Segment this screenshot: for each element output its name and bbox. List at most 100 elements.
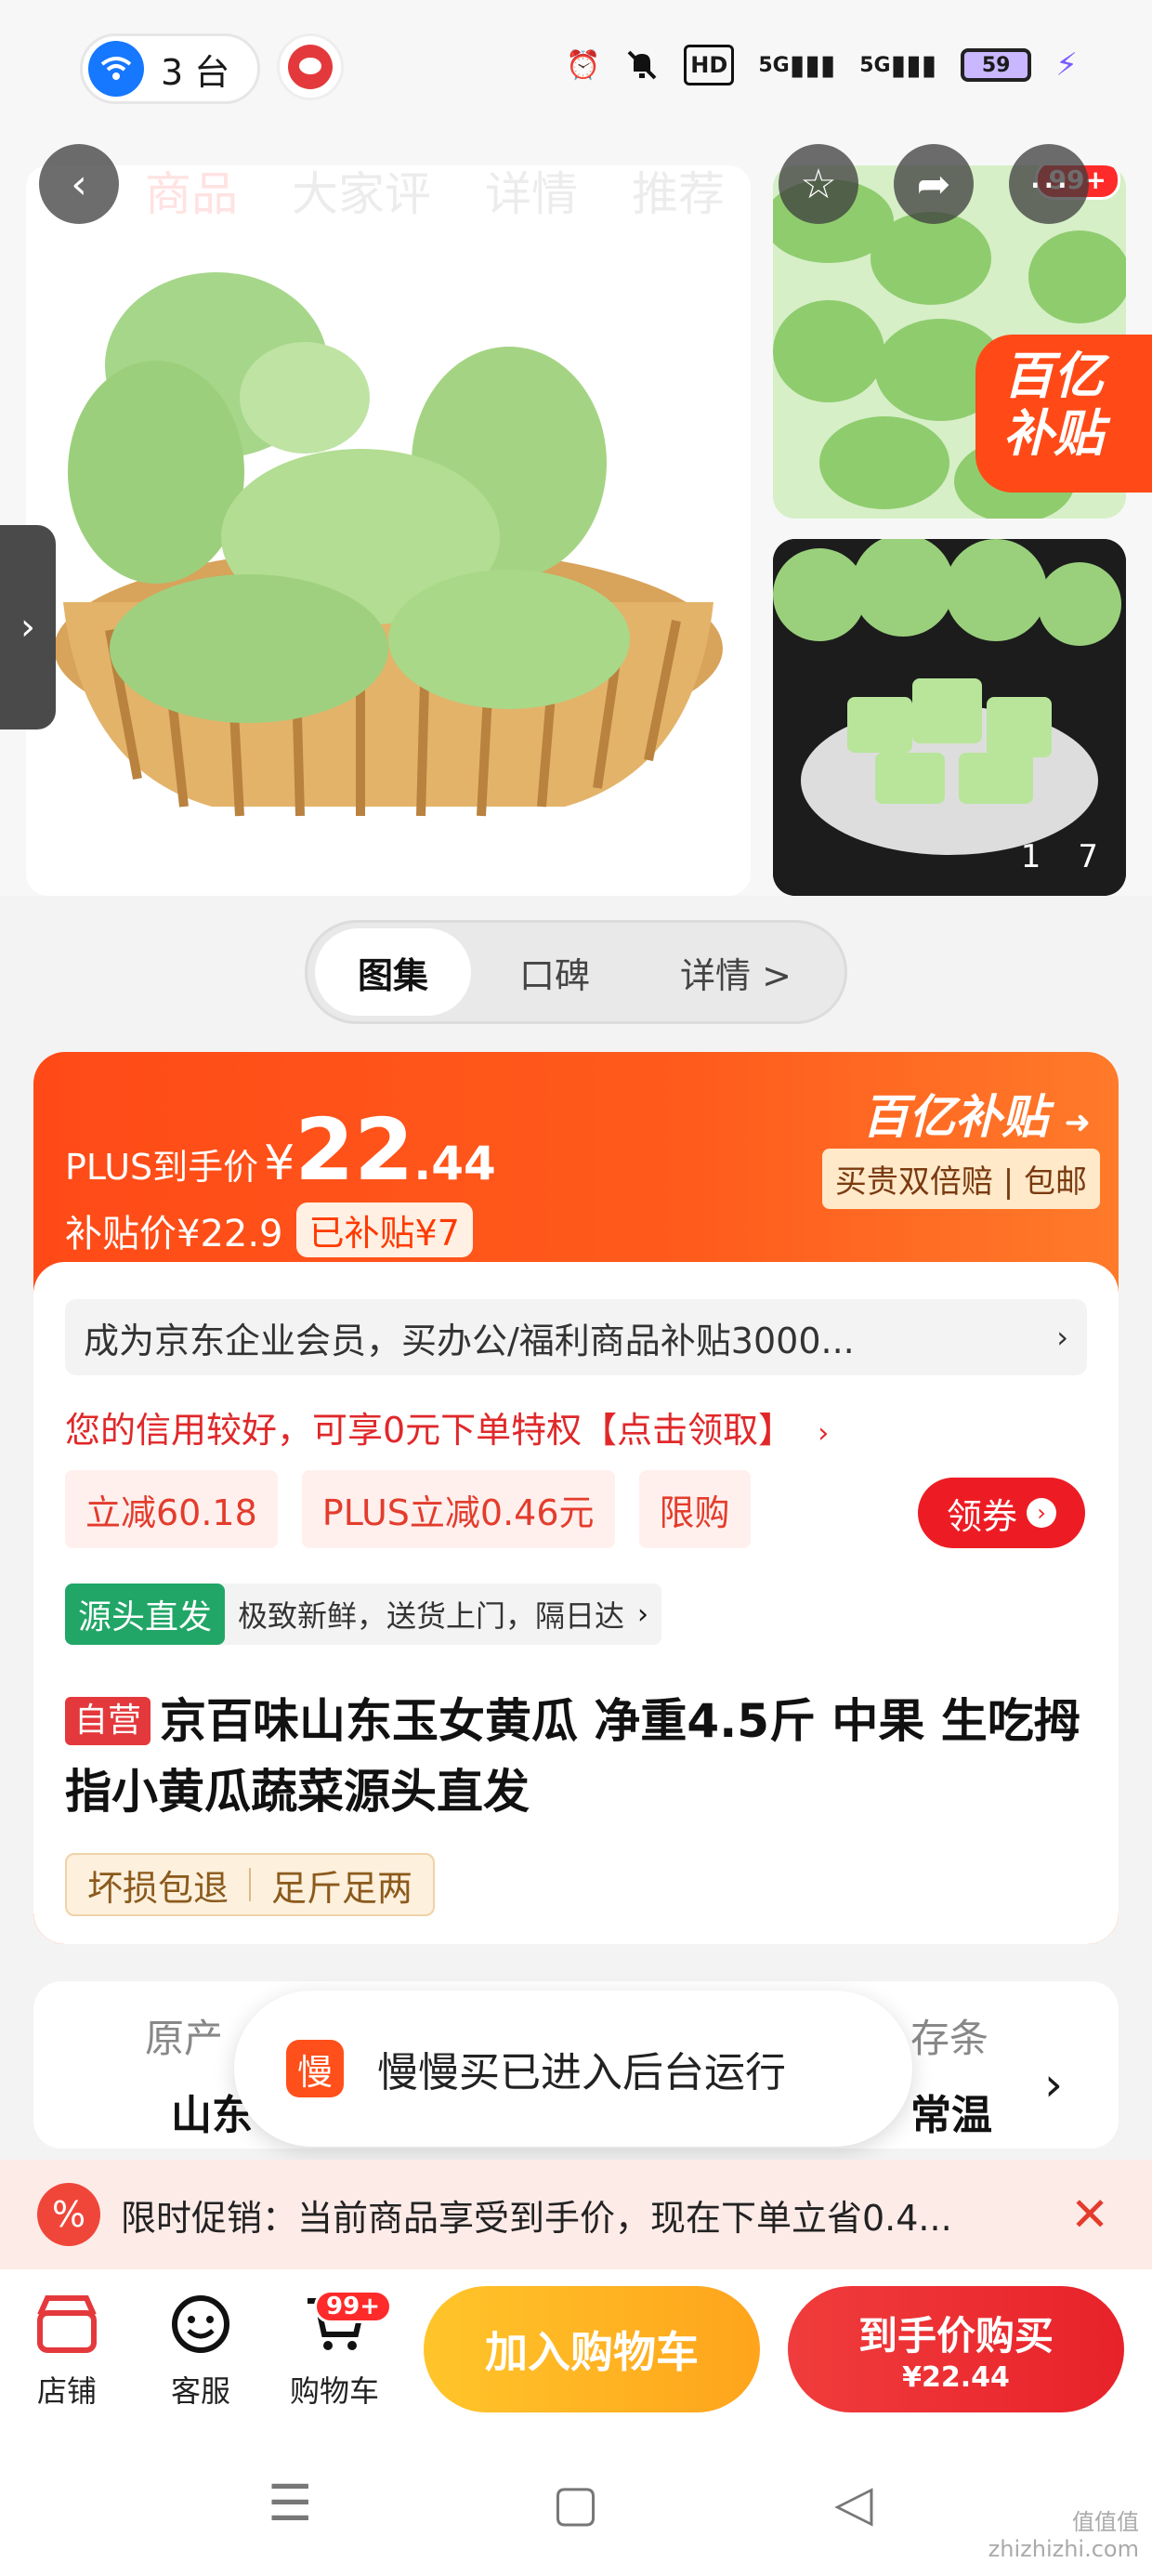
promo-row: 立减60.18 PLUS立减0.46元 限购 <box>65 1470 751 1548</box>
chevron-right-icon: › <box>1056 1320 1068 1355</box>
home-icon[interactable]: ▢ <box>552 2474 599 2532</box>
credit-privilege-link[interactable]: 您的信用较好，可享0元下单特权【点击领取】 › <box>65 1401 829 1452</box>
store-button[interactable]: 店铺 <box>11 2290 123 2411</box>
connected-devices-pill[interactable]: 3 台 <box>80 33 260 104</box>
limited-promo-banner[interactable]: % 限时促销：当前商品享受到手价，现在下单立省0.4... ✕ <box>0 2160 1152 2269</box>
device-count: 3 台 <box>161 51 230 93</box>
manmanmai-logo: 慢 <box>286 2040 344 2097</box>
signal-5g-icon-2: 5G ▮▮▮ <box>859 48 937 82</box>
get-coupon-button[interactable]: 领券 › <box>918 1478 1085 1548</box>
chevron-right-icon: › <box>1044 2057 1063 2111</box>
guarantee-tags[interactable]: 坏损包退 足斤足两 <box>65 1853 436 1916</box>
share-icon: ➦ <box>916 160 951 208</box>
close-icon[interactable]: ✕ <box>1070 2188 1109 2241</box>
price-block: PLUS到手价 ¥ 22 .44 补贴价¥22.9 已补贴¥7 <box>65 1108 496 1257</box>
store-icon <box>33 2290 101 2359</box>
main-product-image[interactable] <box>26 165 751 896</box>
buy-now-button[interactable]: 到手价购买 ¥22.44 <box>788 2286 1124 2412</box>
signal-label-1: 5G <box>758 53 790 77</box>
buy-now-label: 到手价购买 <box>857 2313 1054 2359</box>
guarantee-damage-refund: 坏损包退 <box>87 1867 229 1909</box>
gallery-segment-control: 图集 口碑 详情 > <box>305 920 847 1024</box>
jd-mascot-icon[interactable] <box>277 33 344 100</box>
source-direct-row[interactable]: 源头直发 极致新鲜，送货上门，隔日达 › <box>65 1584 662 1645</box>
watermark: 值值值 zhizhizhi.com <box>988 2509 1139 2562</box>
hd-icon: HD <box>684 45 735 85</box>
product-title: 自营 京百味山东玉女黄瓜 净重4.5斤 中果 生吃拇指小黄瓜蔬菜源头直发 <box>65 1686 1087 1827</box>
tab-reviews[interactable]: 大家评 <box>292 157 431 224</box>
currency-symbol: ¥ <box>264 1136 295 1191</box>
store-label: 店铺 <box>36 2373 97 2409</box>
enterprise-text: 成为京东企业会员，买办公/福利商品补贴3000... <box>84 1320 855 1361</box>
message-icon: ⋯ <box>1028 160 1069 208</box>
source-direct-text: 极致新鲜，送货上门，隔日达 <box>238 1598 625 1634</box>
billion-subsidy-corner-badge: 百亿 补贴 <box>975 335 1152 493</box>
status-bar: 3 台 ⏰ HD 5G ▮▮▮ 5G ▮▮▮ 59 ⚡ <box>0 0 1152 139</box>
charging-icon: ⚡ <box>1055 46 1078 84</box>
billion-subsidy-text: 百亿补贴 <box>862 1090 1049 1144</box>
tab-details[interactable]: 详情 <box>485 157 578 224</box>
price-integer: 22 <box>295 1100 414 1200</box>
tab-product[interactable]: 商品 <box>145 157 238 224</box>
cart-count-badge: 99+ <box>314 2290 392 2323</box>
promo-banner-text: 限时促销：当前商品享受到手价，现在下单立省0.4... <box>121 2197 952 2239</box>
promo-instant-discount[interactable]: 立减60.18 <box>65 1470 278 1548</box>
wifi-icon <box>88 41 144 97</box>
chevron-left-icon: ‹ <box>71 160 87 208</box>
side-drawer-handle[interactable]: › <box>0 525 56 729</box>
promo-plus-discount[interactable]: PLUS立减0.46元 <box>301 1470 615 1548</box>
alarm-icon: ⏰ <box>565 48 601 82</box>
customer-service-label: 客服 <box>170 2373 230 2409</box>
spec-storage-label: 存条 <box>910 2016 989 2061</box>
source-direct-tag: 源头直发 <box>65 1584 226 1645</box>
toast-message: 慢慢买已进入后台运行 <box>377 2049 786 2096</box>
background-running-toast: 慢 慢慢买已进入后台运行 <box>234 1991 912 2147</box>
system-navigation-bar: ☰ ▢ ◁ 值值值 zhizhizhi.com <box>0 2437 1152 2576</box>
top-nav: ‹ 商品 大家评 详情 推荐 ☆ ➦ ⋯ <box>0 144 1152 237</box>
share-button[interactable]: ➦ <box>894 144 974 224</box>
chevron-right-icon: › <box>637 1597 649 1631</box>
buy-now-price: ¥22.44 <box>902 2361 1010 2394</box>
spec-origin-label: 原产 <box>145 2016 224 2061</box>
tab-recommend[interactable]: 推荐 <box>632 157 725 224</box>
coupon-label: 领券 <box>946 1495 1017 1537</box>
product-title-text: 京百味山东玉女黄瓜 净重4.5斤 中果 生吃拇指小黄瓜蔬菜源头直发 <box>65 1694 1080 1819</box>
price-card: PLUS到手价 ¥ 22 .44 补贴价¥22.9 已补贴¥7 百亿补贴 ➜ 买… <box>33 1052 1119 1944</box>
menu-icon[interactable]: ☰ <box>268 2474 312 2532</box>
subsidy-price: 补贴价¥22.9 <box>65 1212 283 1255</box>
enterprise-member-banner[interactable]: 成为京东企业会员，买办公/福利商品补贴3000... › <box>65 1299 1087 1375</box>
more-messages-button[interactable]: ⋯ <box>1009 144 1089 224</box>
image-counter-total: 7 <box>1078 838 1098 875</box>
billion-subsidy-logo[interactable]: 百亿补贴 ➜ <box>862 1080 1091 1147</box>
chevron-circle-icon: ➜ <box>1064 1104 1092 1141</box>
add-to-cart-button[interactable]: 加入购物车 <box>424 2286 760 2412</box>
thumbnail-image-2[interactable]: 1 7 <box>773 539 1126 896</box>
self-operated-tag: 自营 <box>65 1697 151 1745</box>
subsidy-amount-tag: 已补贴¥7 <box>295 1203 473 1257</box>
star-icon: ☆ <box>800 160 837 208</box>
bottom-action-bar: 店铺 客服 购物车 99+ 加入购物车 到手价购买 ¥22.44 <box>0 2269 1152 2437</box>
chevron-right-icon: › <box>1027 1498 1056 1528</box>
cart-label: 购物车 <box>289 2373 379 2409</box>
cart-button[interactable]: 购物车 99+ <box>279 2290 392 2411</box>
segment-gallery[interactable]: 图集 <box>315 928 471 1016</box>
smile-chat-icon <box>166 2290 235 2359</box>
segment-reputation[interactable]: 口碑 <box>471 928 638 1016</box>
percent-icon: % <box>37 2183 100 2246</box>
back-triangle-icon[interactable]: ◁ <box>834 2474 873 2532</box>
segment-details[interactable]: 详情 > <box>638 928 833 1016</box>
image-gallery[interactable]: 99+ 1 7 › 百亿 补贴 <box>0 139 1152 896</box>
customer-service-button[interactable]: 客服 <box>145 2290 256 2411</box>
favorite-button[interactable]: ☆ <box>779 144 858 224</box>
subsidy-guarantee: 买贵双倍赔 | 包邮 <box>821 1149 1100 1209</box>
promo-limit[interactable]: 限购 <box>638 1470 751 1548</box>
signal-5g-icon: 5G ▮▮▮ <box>758 48 836 82</box>
back-button[interactable]: ‹ <box>39 144 119 224</box>
chevron-right-icon: › <box>818 1417 830 1450</box>
chevron-right-icon: › <box>20 606 35 649</box>
spec-storage-value: 常温 <box>910 2092 992 2139</box>
credit-text: 您的信用较好，可享0元下单特权【点击领取】 <box>65 1410 794 1451</box>
guarantee-full-weight: 足斤足两 <box>271 1867 413 1909</box>
battery-icon: 59 <box>961 48 1032 82</box>
system-icons: ⏰ HD 5G ▮▮▮ 5G ▮▮▮ 59 ⚡ <box>566 45 1078 85</box>
